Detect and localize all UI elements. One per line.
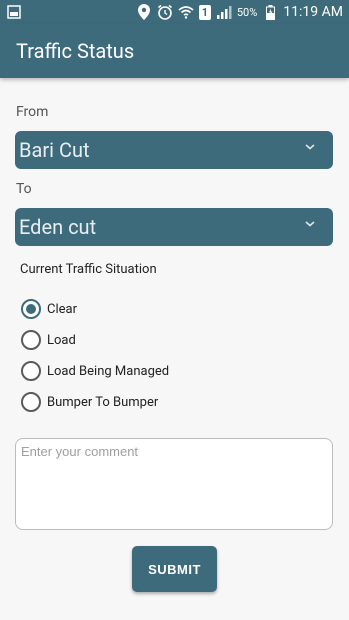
radio-label: Load Being Managed xyxy=(47,363,170,379)
sim-icon: 1 xyxy=(198,4,211,20)
radio-label: Clear xyxy=(47,301,77,317)
radio-label: Bumper To Bumper xyxy=(47,394,159,410)
location-icon xyxy=(136,4,152,20)
app-bar: Traffic Status xyxy=(0,24,349,78)
clock: 11:19 AM xyxy=(283,4,343,20)
radio-option-load-being-managed[interactable]: Load Being Managed xyxy=(21,360,169,382)
radio-option-clear[interactable]: Clear xyxy=(21,298,77,320)
wifi-icon xyxy=(178,4,194,20)
status-bar: 1 50% 11:19 AM xyxy=(0,0,349,24)
to-dropdown[interactable]: Eden cut xyxy=(15,208,333,246)
radio-button[interactable] xyxy=(21,392,41,412)
chevron-down-icon xyxy=(305,144,315,150)
submit-button[interactable]: SUBMIT xyxy=(132,546,217,592)
signal-icon xyxy=(216,4,232,20)
radio-button[interactable] xyxy=(21,361,41,381)
from-label: From xyxy=(16,104,49,120)
from-dropdown-value: Bari Cut xyxy=(19,138,90,162)
radio-option-bumper-to-bumper[interactable]: Bumper To Bumper xyxy=(21,391,158,413)
battery-charging-icon xyxy=(262,4,278,20)
alarm-icon xyxy=(157,4,173,20)
chevron-down-icon xyxy=(305,221,315,227)
radio-button[interactable] xyxy=(21,330,41,350)
to-dropdown-value: Eden cut xyxy=(19,215,97,239)
gallery-icon xyxy=(6,4,22,20)
situation-label: Current Traffic Situation xyxy=(20,262,157,277)
to-label: To xyxy=(16,181,32,197)
from-dropdown[interactable]: Bari Cut xyxy=(15,131,333,169)
battery-percent: 50% xyxy=(236,5,258,19)
page-title: Traffic Status xyxy=(16,39,135,63)
radio-label: Load xyxy=(47,332,76,348)
comment-field[interactable] xyxy=(15,438,333,530)
radio-option-load[interactable]: Load xyxy=(21,329,76,351)
radio-button-checked[interactable] xyxy=(21,299,41,319)
